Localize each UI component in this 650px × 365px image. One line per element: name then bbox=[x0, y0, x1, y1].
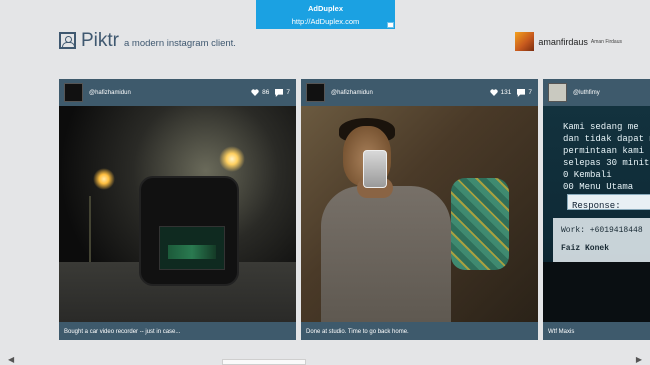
ad-url[interactable]: http://AdDuplex.com bbox=[256, 17, 395, 26]
card-caption: Bought a car video recorder -- just in c… bbox=[64, 329, 181, 335]
avatar[interactable] bbox=[306, 83, 325, 102]
card-header: @hafizhamidun 86 7 bbox=[59, 79, 296, 106]
comment-count[interactable]: 7 bbox=[517, 88, 532, 97]
avatar[interactable] bbox=[64, 83, 83, 102]
chevron-right-icon[interactable]: ▶ bbox=[636, 355, 642, 364]
screen-line: 0 Kembali bbox=[563, 170, 612, 180]
heart-icon bbox=[251, 89, 259, 96]
comment-count[interactable]: 7 bbox=[275, 88, 290, 97]
app-tagline: a modern instagram client. bbox=[124, 38, 236, 49]
comment-icon bbox=[275, 88, 284, 97]
screen-line: 00 Menu Utama bbox=[563, 182, 634, 192]
scrollbar-thumb[interactable] bbox=[222, 359, 306, 365]
ad-title: AdDuplex bbox=[307, 4, 343, 13]
photo-card[interactable]: @hafizhamidun 86 7 Bought a car video re… bbox=[59, 79, 296, 340]
comments-value: 7 bbox=[286, 89, 290, 96]
contact-line: Faiz Konek bbox=[561, 244, 610, 253]
username: amanfirdaus bbox=[538, 36, 588, 47]
likes-value: 86 bbox=[262, 89, 270, 96]
ad-banner[interactable]: AdDuplex http://AdDuplex.com bbox=[256, 0, 395, 29]
street-light bbox=[93, 168, 115, 190]
ad-info-icon[interactable] bbox=[387, 22, 394, 28]
phone-bottom bbox=[543, 262, 650, 322]
avatar[interactable] bbox=[548, 83, 567, 102]
card-caption: Wtf Maxis bbox=[548, 329, 575, 335]
likes-value: 131 bbox=[500, 89, 512, 96]
phone bbox=[363, 150, 387, 188]
contact-line: Work: +6019418448 bbox=[561, 226, 643, 235]
card-username[interactable]: @hafizhamidun bbox=[331, 90, 484, 96]
screen-line: dan tidak dapat m bbox=[563, 134, 650, 144]
photo-card[interactable]: @luthfimy Kami sedang me dan tidak dapat… bbox=[543, 79, 650, 340]
comments-value: 7 bbox=[528, 89, 532, 96]
avatar[interactable] bbox=[515, 32, 535, 51]
contact-list: Work: +6019418448 Faiz Konek bbox=[553, 218, 650, 264]
like-count[interactable]: 86 bbox=[251, 89, 269, 96]
photo-card[interactable]: @hafizhamidun 131 7 Done at studio. Time… bbox=[301, 79, 538, 340]
app-name: Piktr bbox=[81, 30, 119, 51]
backpack bbox=[451, 178, 509, 270]
screen-line: selepas 30 minit. bbox=[563, 158, 650, 168]
card-username[interactable]: @hafizhamidun bbox=[89, 90, 245, 96]
card-photo[interactable] bbox=[301, 106, 538, 322]
card-caption: Done at studio. Time to go back home. bbox=[306, 329, 409, 335]
screen-line: permintaan kami bbox=[563, 146, 645, 156]
like-count[interactable]: 131 bbox=[489, 89, 512, 96]
response-label: Response: bbox=[572, 201, 621, 211]
portrait-icon bbox=[59, 32, 76, 49]
app-logo: Piktr a modern instagram client. bbox=[59, 31, 236, 51]
card-header: @hafizhamidun 131 7 bbox=[301, 79, 538, 106]
user-full-name: Aman Firdaus bbox=[590, 38, 622, 45]
comment-icon bbox=[517, 88, 526, 97]
street-light bbox=[219, 146, 245, 172]
response-field: Response: bbox=[567, 194, 650, 211]
card-username[interactable]: @luthfimy bbox=[573, 90, 644, 96]
card-photo[interactable] bbox=[59, 106, 296, 322]
dashcam-screen bbox=[159, 226, 225, 270]
user-profile[interactable]: amanfirdaus Aman Firdaus bbox=[515, 32, 622, 51]
chevron-left-icon[interactable]: ◀ bbox=[8, 355, 14, 364]
heart-icon bbox=[489, 89, 498, 96]
screen-line: Kami sedang me bbox=[563, 122, 639, 132]
card-header: @luthfimy bbox=[543, 79, 650, 106]
card-photo[interactable]: Kami sedang me dan tidak dapat m permint… bbox=[543, 106, 650, 322]
torso bbox=[321, 186, 451, 322]
